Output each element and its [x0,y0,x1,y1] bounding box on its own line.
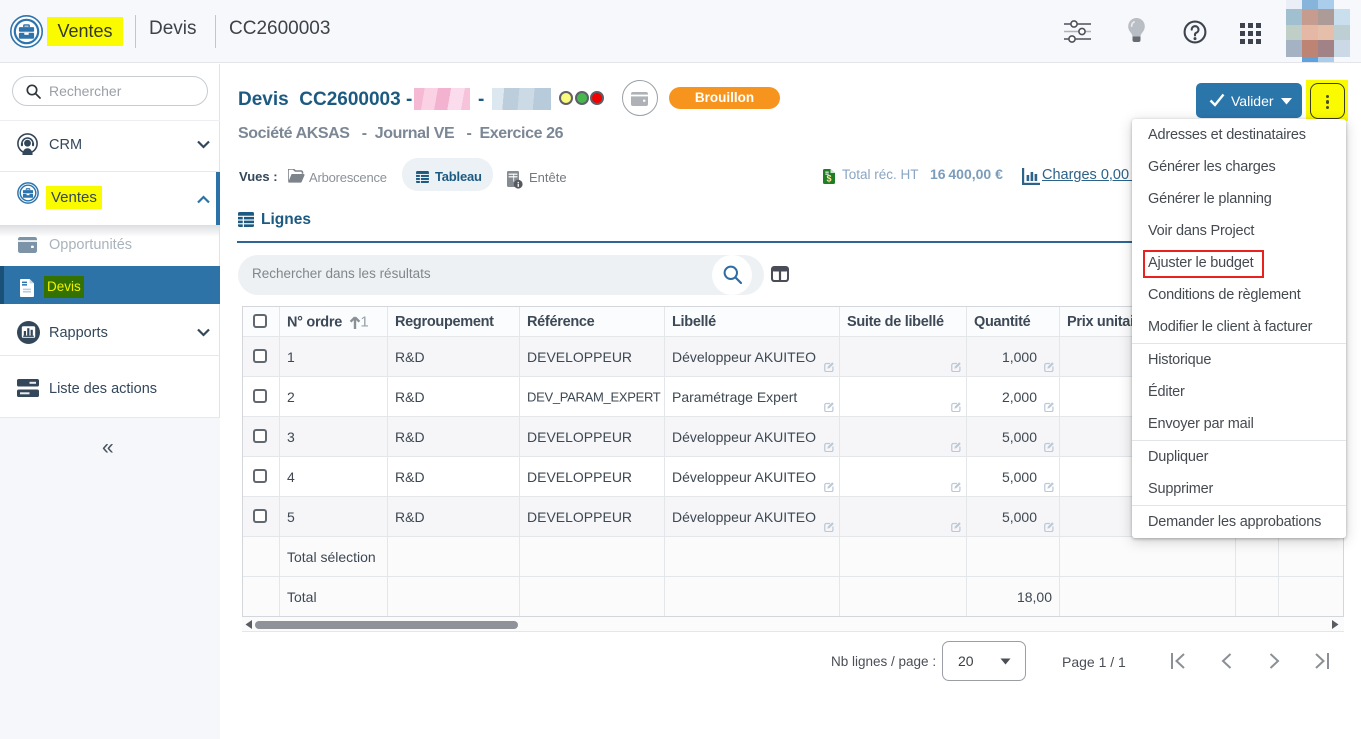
svg-text:$: $ [826,174,831,184]
